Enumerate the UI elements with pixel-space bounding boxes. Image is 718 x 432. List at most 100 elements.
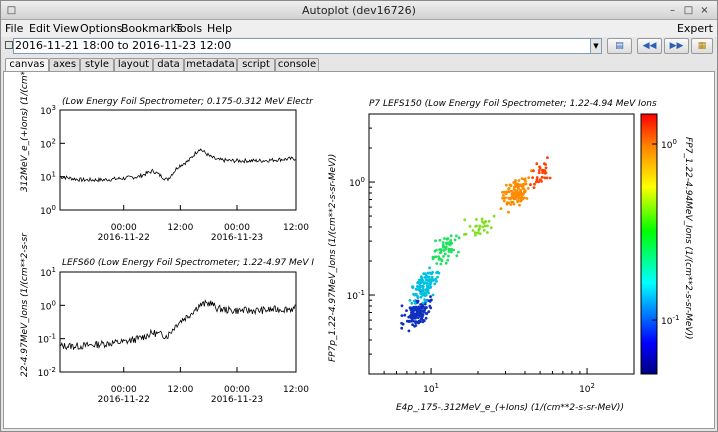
scatter-point	[422, 319, 426, 322]
scatter-point	[411, 285, 414, 289]
menu-bar: File Edit View Options Bookmarks Tools H…	[1, 20, 717, 37]
scatter-xtick-label: 102	[579, 382, 595, 395]
scatter-point	[455, 254, 459, 258]
scatter-point	[532, 186, 536, 189]
scatter-point	[503, 190, 506, 194]
scatter-ytick-label: 10-1	[347, 289, 365, 302]
data-source-icon	[5, 41, 13, 49]
scatter-point	[546, 156, 549, 159]
menu-file[interactable]: File	[5, 22, 23, 35]
tab-script[interactable]: script	[237, 58, 275, 71]
tl-xdate-label: 2016-11-22	[98, 233, 150, 243]
prev-interval-button[interactable]: ◀◀	[637, 38, 662, 54]
scatter-point	[415, 312, 418, 316]
scatter-point	[434, 239, 437, 243]
scatter-point	[444, 261, 448, 265]
scatter-point	[544, 166, 548, 170]
chevron-down-icon[interactable]: ▼	[590, 38, 602, 54]
scatter-point	[417, 288, 421, 292]
tab-layout[interactable]: layout	[114, 58, 153, 71]
uri-input[interactable]: 2016-11-21 18:00 to 2016-11-23 12:00	[13, 38, 600, 54]
tab-console[interactable]: console	[275, 58, 319, 71]
scatter-point	[449, 241, 453, 245]
scatter-point	[481, 225, 485, 229]
scatter-point	[473, 231, 477, 235]
scatter-point	[439, 262, 443, 266]
scatter-point	[407, 329, 411, 333]
tl-xtick-label: 00:00	[224, 223, 250, 233]
tab-axes[interactable]: axes	[49, 58, 80, 71]
scatter-point	[419, 295, 423, 299]
menu-options[interactable]: Options	[80, 22, 122, 35]
plot-scatter-ylabel: FP7p_1.22-4.97MeV_Ions (1/(cm**2-s-sr-Me…	[328, 154, 338, 362]
scatter-point	[527, 176, 531, 179]
scatter-point	[424, 291, 428, 294]
scatter-point	[483, 220, 487, 224]
colorbar-tick-label: 100	[661, 138, 677, 151]
maximize-icon[interactable]: □	[683, 5, 694, 16]
tab-data[interactable]: data	[153, 58, 184, 71]
scatter-point	[449, 234, 453, 238]
plot-top-left[interactable]: (Low Energy Foil Spectrometer; 0.175-0.3…	[20, 52, 314, 243]
title-bar[interactable]: □ Autoplot (dev16726) – □ ×	[1, 1, 717, 20]
scatter-point	[540, 175, 544, 179]
scatter-point	[450, 247, 453, 251]
scatter-point	[480, 220, 484, 223]
plot-scatter[interactable]: P7 LEFS150 (Low Energy Foil Spectrometer…	[328, 99, 657, 413]
close-icon[interactable]: ×	[699, 5, 710, 16]
scatter-point	[519, 199, 522, 203]
bl-xdate-label: 2016-11-22	[98, 395, 150, 405]
scatter-point	[430, 275, 434, 279]
scatter-point	[443, 237, 446, 240]
scatter-point	[476, 231, 480, 235]
scatter-point	[510, 200, 513, 204]
scatter-point	[425, 275, 429, 279]
scatter-point	[400, 304, 404, 308]
plot-bottom-left[interactable]: LEFS60 (Low Energy Foil Spectrometer; 1.…	[20, 232, 314, 405]
scatter-point	[441, 243, 445, 247]
scatter-point	[533, 182, 536, 186]
scatter-point	[482, 228, 486, 232]
tl-ytick-label: 100	[40, 204, 56, 217]
plot-scatter-title: P7 LEFS150 (Low Energy Foil Spectrometer…	[369, 99, 657, 109]
scatter-point	[436, 270, 440, 274]
bl-ytick-label: 100	[40, 299, 56, 312]
scatter-point	[519, 191, 523, 195]
menu-bookmarks[interactable]: Bookmarks	[121, 22, 182, 35]
scatter-point	[418, 282, 421, 286]
scatter-point	[428, 304, 432, 308]
plot-canvas[interactable]: (Low Energy Foil Spectrometer; 0.175-0.3…	[3, 52, 715, 429]
tab-canvas[interactable]: canvas	[5, 58, 49, 72]
scatter-point	[412, 292, 415, 296]
colorbar[interactable]: 100 10-1 FP7_1.22-4.94MeV_Ions (1/(cm**2-…	[640, 113, 693, 375]
menu-view[interactable]: View	[53, 22, 79, 35]
scatter-point	[475, 218, 478, 221]
menu-tools[interactable]: Tools	[175, 22, 202, 35]
scatter-point	[457, 236, 461, 240]
plots-svg: (Low Energy Foil Spectrometer; 0.175-0.3…	[20, 52, 693, 413]
scatter-point	[504, 183, 508, 187]
open-button[interactable]: ▦	[691, 38, 713, 54]
menu-help[interactable]: Help	[207, 22, 232, 35]
tab-style[interactable]: style	[80, 58, 114, 71]
scatter-point	[435, 262, 439, 265]
colorbar-label: FP7_1.22-4.94MeV_Ions (1/(cm**2-s-sr-MeV…	[683, 137, 693, 340]
next-interval-button[interactable]: ▶▶	[664, 38, 689, 54]
tab-metadata[interactable]: metadata	[184, 58, 237, 71]
scatter-point	[408, 315, 412, 318]
scatter-point	[464, 232, 468, 236]
scatter-point	[403, 313, 407, 317]
scatter-point	[509, 203, 513, 206]
scatter-point	[408, 299, 412, 302]
scatter-point	[521, 184, 525, 188]
scatter-point	[486, 231, 489, 234]
scatter-point	[441, 241, 445, 244]
plot-bottom-left-ylabel: 22-4.97MeV_Ions (1/(cm**2-s-sr	[20, 232, 30, 377]
scatter-point	[434, 277, 437, 281]
scatter-point	[427, 291, 430, 295]
expert-menu[interactable]: Expert	[677, 22, 713, 35]
menu-edit[interactable]: Edit	[29, 22, 50, 35]
scatter-point	[444, 245, 448, 249]
minimize-icon[interactable]: –	[667, 5, 678, 16]
bookmark-button[interactable]: ▤	[607, 38, 632, 54]
